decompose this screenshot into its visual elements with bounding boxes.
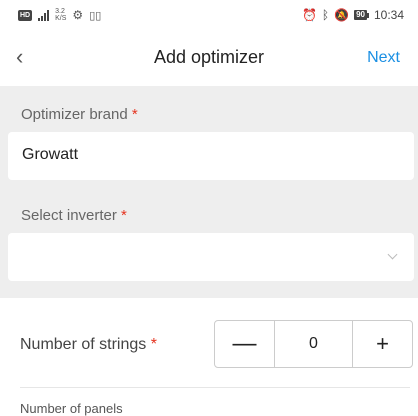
panels-label: Number of panels bbox=[20, 401, 123, 416]
status-left: HD 3.2 K/S ⚙ ▯▯ bbox=[18, 8, 101, 22]
alarm-icon: ⏰ bbox=[301, 8, 317, 22]
brand-field-value: Growatt bbox=[22, 146, 79, 163]
page-title: Add optimizer bbox=[153, 47, 265, 67]
battery-icon: 90 bbox=[354, 10, 369, 20]
hd-icon: HD bbox=[18, 9, 33, 21]
next-button[interactable]: Next bbox=[367, 49, 400, 67]
notification-icon: ▯▯ bbox=[89, 9, 102, 22]
app-notification-icon: ⚙ bbox=[72, 8, 84, 22]
strings-label: Number of strings * bbox=[20, 336, 157, 354]
strings-value[interactable]: 0 bbox=[275, 321, 352, 367]
inverter-label-text: Select inverter bbox=[21, 207, 117, 224]
required-mark: * bbox=[150, 336, 157, 353]
inverter-label: Select inverter * bbox=[21, 207, 127, 224]
brand-label-text: Optimizer brand bbox=[21, 106, 128, 123]
clock: 10:34 bbox=[373, 8, 404, 22]
signal-icon bbox=[38, 9, 50, 21]
network-speed-unit: K/S bbox=[55, 15, 67, 22]
status-bar: HD 3.2 K/S ⚙ ▯▯ ⏰ ᛒ 🔕 90 10:34 bbox=[0, 0, 418, 34]
decrement-button[interactable]: — bbox=[215, 321, 275, 367]
form-section: Optimizer brand * Growatt Select inverte… bbox=[0, 86, 418, 298]
network-speed-value: 3.2 bbox=[55, 8, 65, 15]
mute-icon: 🔕 bbox=[334, 8, 350, 22]
chevron-down-icon bbox=[387, 249, 398, 260]
network-speed: 3.2 K/S bbox=[55, 8, 66, 22]
increment-button[interactable]: + bbox=[352, 321, 412, 367]
divider bbox=[20, 387, 410, 388]
status-right: ⏰ ᛒ 🔕 90 10:34 bbox=[302, 8, 404, 22]
brand-label: Optimizer brand * bbox=[21, 106, 138, 123]
inverter-select[interactable] bbox=[8, 233, 414, 281]
required-mark: * bbox=[121, 207, 127, 224]
battery-level: 90 bbox=[354, 10, 367, 20]
nav-bar: ‹ Add optimizer Next bbox=[0, 36, 418, 80]
strings-label-text: Number of strings bbox=[20, 336, 147, 353]
strings-stepper: — 0 + bbox=[214, 320, 413, 368]
required-mark: * bbox=[131, 106, 138, 123]
brand-field[interactable]: Growatt bbox=[8, 132, 414, 180]
bluetooth-icon: ᛒ bbox=[321, 8, 330, 22]
